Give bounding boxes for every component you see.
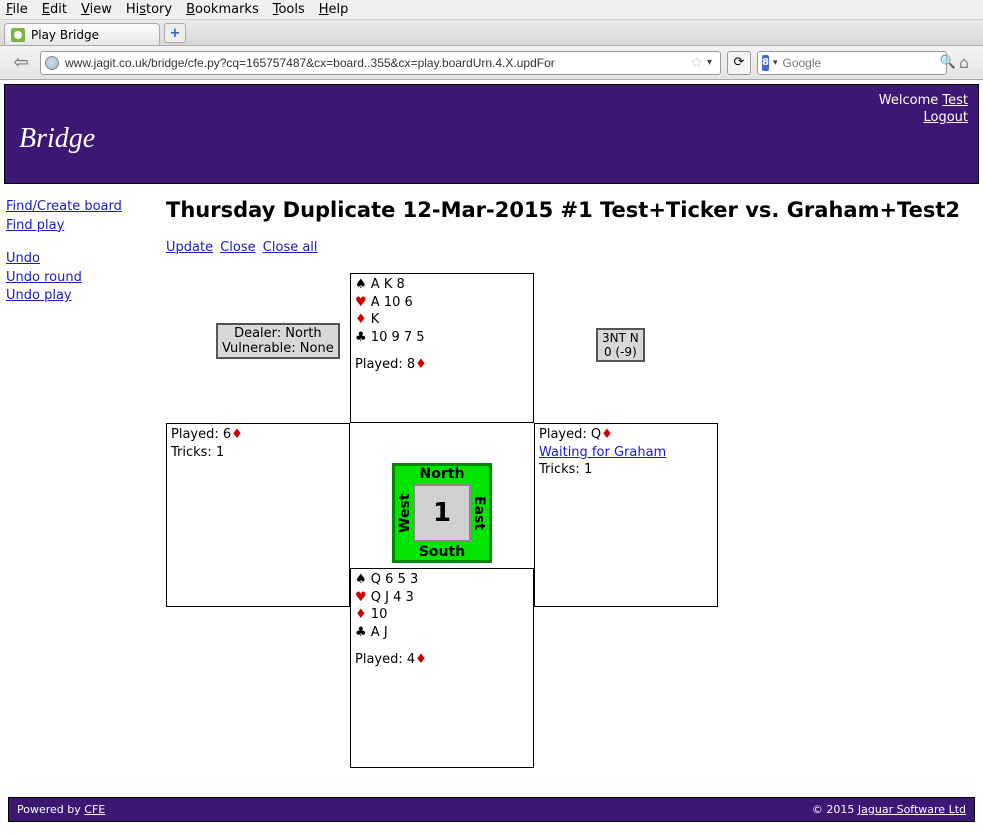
- menu-history[interactable]: History: [126, 2, 172, 17]
- compass-east: East: [473, 482, 487, 544]
- link-undo-round[interactable]: Undo round: [6, 270, 82, 285]
- north-diamonds: K: [371, 312, 380, 327]
- user-link[interactable]: Test: [942, 93, 968, 108]
- south-spades: Q 6 5 3: [371, 572, 418, 587]
- compass: North South West East 1: [392, 463, 492, 563]
- google-icon: 8: [762, 55, 769, 71]
- club-icon: ♣: [355, 625, 367, 640]
- menu-edit[interactable]: Edit: [42, 2, 67, 17]
- diamond-icon: ♦: [601, 427, 613, 442]
- sidebar: Find/Create board Find play Undo Undo ro…: [6, 198, 166, 773]
- link-undo[interactable]: Undo: [6, 251, 40, 266]
- west-played-card: 6: [223, 427, 231, 442]
- page-title: Thursday Duplicate 12-Mar-2015 #1 Test+T…: [166, 198, 977, 222]
- compass-north: North: [395, 466, 489, 482]
- welcome-text: Welcome: [879, 93, 943, 108]
- tab-bar: Play Bridge +: [0, 20, 983, 46]
- back-button[interactable]: ⇦: [8, 51, 34, 75]
- east-played-card: Q: [591, 427, 601, 442]
- diamond-icon: ♦: [231, 427, 243, 442]
- globe-icon: [45, 56, 59, 70]
- spade-icon: ♠: [355, 572, 367, 587]
- tab-favicon: [11, 28, 25, 42]
- menu-file[interactable]: File: [6, 2, 28, 17]
- powered-text: Powered by: [17, 803, 84, 816]
- south-played-label: Played:: [355, 652, 407, 667]
- heart-icon: ♥: [355, 590, 367, 605]
- east-tricks: Tricks: 1: [539, 461, 713, 479]
- menu-tools[interactable]: Tools: [273, 2, 305, 17]
- contract-box: 3NT N 0 (-9): [596, 328, 645, 362]
- link-find-board[interactable]: Find/Create board: [6, 199, 122, 214]
- hand-east: Played: Q♦ Waiting for Graham Tricks: 1: [534, 423, 718, 607]
- waiting-link[interactable]: Waiting for Graham: [539, 445, 666, 460]
- diamond-icon: ♦: [355, 607, 367, 622]
- south-diamonds: 10: [371, 607, 388, 622]
- north-spades: A K 8: [371, 277, 405, 292]
- north-clubs: 10 9 7 5: [371, 330, 425, 345]
- east-played-label: Played:: [539, 427, 591, 442]
- north-played-card: 8: [407, 357, 415, 372]
- south-clubs: A J: [371, 625, 388, 640]
- vul-text: Vulnerable: None: [222, 341, 334, 356]
- url-dropdown-icon[interactable]: ▾: [707, 57, 712, 68]
- spade-icon: ♠: [355, 277, 367, 292]
- main-content: Thursday Duplicate 12-Mar-2015 #1 Test+T…: [166, 198, 977, 773]
- page-banner: Bridge Welcome Test Logout: [4, 84, 979, 184]
- search-input[interactable]: [781, 55, 940, 71]
- bridge-board: Dealer: North Vulnerable: None 3NT N 0 (…: [166, 273, 886, 773]
- heart-icon: ♥: [355, 295, 367, 310]
- logout-link[interactable]: Logout: [923, 110, 968, 125]
- south-hearts: Q J 4 3: [371, 590, 414, 605]
- bookmark-star-icon[interactable]: ☆: [690, 55, 703, 71]
- copyright-text: © 2015: [812, 803, 858, 816]
- contract-line2: 0 (-9): [602, 345, 639, 359]
- action-close-all[interactable]: Close all: [263, 240, 318, 255]
- board-number: 1: [413, 484, 471, 542]
- west-tricks: Tricks: 1: [171, 444, 345, 462]
- action-links: Update Close Close all: [166, 240, 977, 255]
- url-input[interactable]: [63, 55, 686, 71]
- search-box[interactable]: 8 ▾ 🔍: [757, 51, 947, 75]
- cfe-link[interactable]: CFE: [84, 803, 105, 816]
- hand-south: ♠ Q 6 5 3 ♥ Q J 4 3 ♦ 10 ♣ A J Played: 4…: [350, 568, 534, 768]
- url-bar[interactable]: ☆ ▾: [40, 51, 721, 75]
- menu-help[interactable]: Help: [319, 2, 349, 17]
- browser-tab[interactable]: Play Bridge: [4, 23, 160, 45]
- link-find-play[interactable]: Find play: [6, 218, 64, 233]
- home-button[interactable]: ⌂: [953, 52, 975, 74]
- diamond-icon: ♦: [415, 357, 427, 372]
- north-played-label: Played:: [355, 357, 407, 372]
- link-undo-play[interactable]: Undo play: [6, 288, 72, 303]
- new-tab-button[interactable]: +: [164, 23, 186, 43]
- search-drop-icon[interactable]: ▾: [773, 58, 778, 68]
- page-footer: Powered by CFE © 2015 Jaguar Software Lt…: [8, 797, 975, 822]
- menu-view[interactable]: View: [81, 2, 112, 17]
- south-played-card: 4: [407, 652, 415, 667]
- west-played-label: Played:: [171, 427, 223, 442]
- north-hearts: A 10 6: [371, 295, 413, 310]
- company-link[interactable]: Jaguar Software Ltd: [858, 803, 966, 816]
- action-close[interactable]: Close: [220, 240, 255, 255]
- hand-north: ♠ A K 8 ♥ A 10 6 ♦ K ♣ 10 9 7 5 Played: …: [350, 273, 534, 423]
- browser-menubar: File Edit View History Bookmarks Tools H…: [0, 0, 983, 20]
- hand-west: Played: 6♦ Tricks: 1: [166, 423, 350, 607]
- contract-line1: 3NT N: [602, 331, 639, 345]
- dealer-vul-box: Dealer: North Vulnerable: None: [216, 323, 340, 359]
- account-area: Welcome Test Logout: [879, 93, 968, 127]
- menu-bookmarks[interactable]: Bookmarks: [186, 2, 259, 17]
- browser-toolbar: ⇦ ☆ ▾ ⟳ 8 ▾ 🔍 ⌂: [0, 46, 983, 80]
- compass-south: South: [395, 544, 489, 560]
- brand-title: Bridge: [19, 123, 95, 155]
- club-icon: ♣: [355, 330, 367, 345]
- dealer-text: Dealer: North: [222, 326, 334, 341]
- compass-west: West: [397, 482, 411, 544]
- tab-title: Play Bridge: [31, 28, 99, 42]
- action-update[interactable]: Update: [166, 240, 213, 255]
- diamond-icon: ♦: [355, 312, 367, 327]
- diamond-icon: ♦: [415, 652, 427, 667]
- reload-button[interactable]: ⟳: [727, 51, 751, 75]
